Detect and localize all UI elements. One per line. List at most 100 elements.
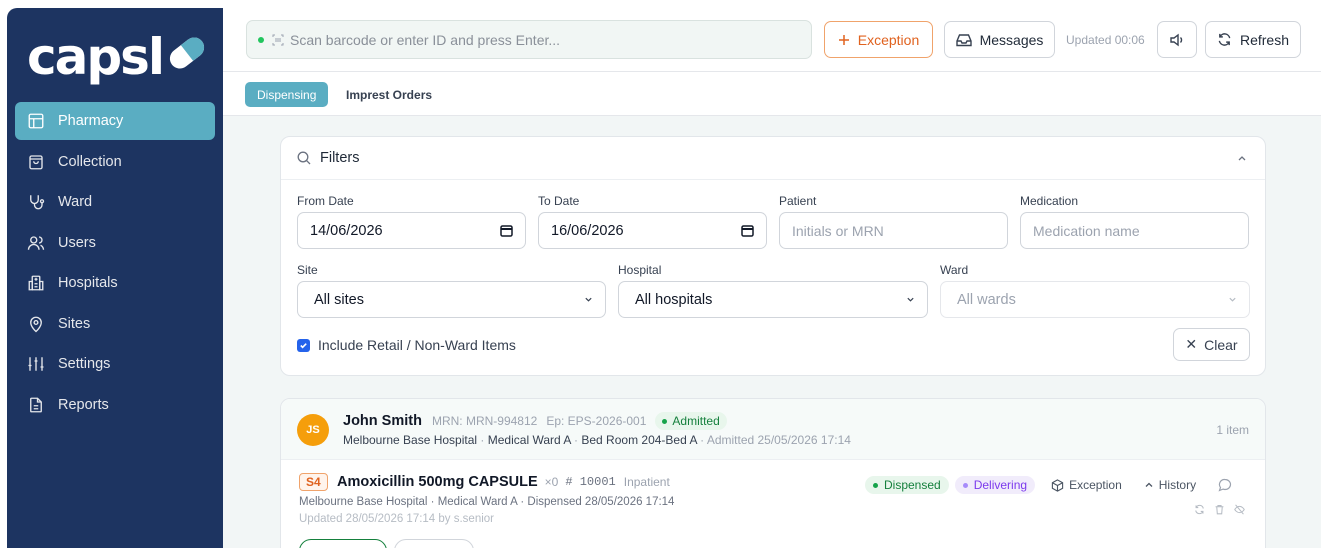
tab-dispensing[interactable]: Dispensing [245, 82, 329, 107]
patient-header[interactable]: JS John Smith MRN: MRN-994812 Ep: EPS-20… [281, 399, 1265, 460]
top-bar: Exception Messages Updated 00:06 Refresh [223, 8, 1321, 72]
include-retail-checkbox[interactable]: Include Retail / Non-Ward Items [297, 337, 516, 353]
sidebar-item-label: Settings [58, 356, 111, 372]
medication-updated: Updated 28/05/2026 17:14 by s.senior [299, 513, 495, 525]
filters-header[interactable]: Filters [281, 137, 1265, 180]
site-label: Site [297, 263, 318, 277]
patient-ward: Medical Ward A [487, 433, 571, 447]
scan-input[interactable] [290, 31, 790, 48]
search-icon [297, 151, 311, 165]
history-toggle[interactable]: History [1144, 478, 1196, 492]
patient-hospital: Melbourne Base Hospital [343, 433, 478, 447]
sidebar-item-hospitals[interactable]: Hospitals [15, 264, 215, 302]
calendar-icon [741, 225, 754, 237]
medication-input[interactable]: Medication name [1020, 212, 1249, 249]
messages-button-label: Messages [979, 31, 1044, 48]
ward-label: Ward [940, 263, 969, 277]
secondary-pill[interactable] [394, 539, 474, 548]
list-item[interactable]: S4 Amoxicillin 500mg CAPSULE ×0 # 10001 … [281, 460, 1265, 548]
status-badge-delivering: Delivering [954, 476, 1036, 494]
patient-name: John Smith [343, 413, 422, 429]
sidebar-item-users[interactable]: Users [15, 224, 215, 262]
sidebar-item-ward[interactable]: Ward [15, 183, 215, 221]
plus-icon [838, 34, 849, 45]
clear-filters-button[interactable]: ✕ Clear [1173, 328, 1250, 361]
medication-name: Amoxicillin 500mg CAPSULE [337, 474, 538, 490]
scan-bar[interactable] [246, 20, 812, 59]
patient-name-row: John Smith MRN: MRN-994812 Ep: EPS-2026-… [343, 412, 727, 430]
main-content: Exception Messages Updated 00:06 Refresh… [223, 8, 1321, 548]
eye-off-icon[interactable] [1234, 504, 1245, 515]
hospital-select-value: All hospitals [635, 291, 713, 308]
close-icon: ✕ [1185, 336, 1198, 352]
row-action-icons [1185, 504, 1245, 515]
chevron-up-icon [1145, 482, 1153, 487]
clear-button-label: Clear [1204, 336, 1238, 353]
sidebar-item-label: Reports [58, 396, 109, 413]
item-count: 1 item [1216, 423, 1249, 437]
medication-qty: ×0 [544, 475, 559, 489]
hospital-select[interactable]: All hospitals [618, 281, 928, 318]
stethoscope-icon [30, 195, 45, 210]
chevron-down-icon [907, 297, 914, 302]
patient-admitted: Admitted 25/05/2026 17:14 [706, 433, 851, 447]
schedule-badge: S4 [299, 473, 328, 491]
medication-type: Inpatient [623, 475, 670, 489]
shopping-bag-icon [29, 154, 43, 169]
from-date-value: 14/06/2026 [310, 222, 383, 239]
patient-mrn: MRN: MRN-994812 [431, 414, 538, 428]
refresh-button[interactable]: Refresh [1205, 21, 1301, 58]
collected-pill[interactable] [299, 539, 387, 548]
from-date-input[interactable]: 14/06/2026 [297, 212, 526, 249]
item-exception-label: Exception [1069, 478, 1122, 492]
hospital-label: Hospital [618, 263, 662, 277]
comment-icon[interactable] [1218, 478, 1232, 492]
to-date-label: To Date [538, 194, 580, 208]
last-updated-text: Updated 00:06 [1066, 33, 1145, 47]
sidebar-item-reports[interactable]: Reports [15, 386, 215, 424]
patient-input[interactable]: Initials or MRN [779, 212, 1008, 249]
site-select-value: All sites [314, 291, 364, 308]
calendar-icon [500, 225, 513, 237]
checkbox-checked-icon[interactable] [297, 338, 310, 352]
item-exception-button[interactable]: Exception [1051, 478, 1122, 492]
status-badge: Admitted [655, 412, 727, 430]
chevron-up-icon[interactable] [1237, 153, 1247, 163]
chevron-down-icon [585, 297, 592, 302]
users-icon [27, 235, 45, 250]
sound-toggle-button[interactable] [1157, 21, 1197, 58]
capsl-logo[interactable]: capsl [27, 32, 209, 82]
patient-bed: Bed Room 204-Bed A [581, 433, 697, 447]
capsule-logo-icon [169, 37, 205, 69]
sidebar-item-sites[interactable]: Sites [15, 305, 215, 343]
chevron-down-icon [1229, 297, 1236, 302]
refresh-icon[interactable] [1194, 504, 1205, 515]
site-select[interactable]: All sites [297, 281, 606, 318]
patient-label: Patient [779, 194, 817, 208]
tab-imprest-orders[interactable]: Imprest Orders [334, 82, 444, 107]
ward-select[interactable]: All wards [940, 281, 1250, 318]
logo-text: capsl [27, 28, 165, 86]
sidebar-item-label: Ward [58, 194, 93, 210]
messages-button[interactable]: Messages [944, 21, 1055, 58]
map-pin-icon [30, 316, 42, 332]
filters-title: Filters [320, 150, 360, 166]
exception-button[interactable]: Exception [824, 21, 933, 58]
patient-episode: Ep: EPS-2026-001 [546, 414, 647, 428]
inbox-icon [955, 33, 972, 46]
to-date-input[interactable]: 16/06/2026 [538, 212, 767, 249]
hospital-icon [28, 275, 44, 291]
trash-icon[interactable] [1214, 504, 1225, 515]
from-date-label: From Date [297, 194, 354, 208]
package-icon [1051, 478, 1064, 492]
sidebar-item-collection[interactable]: Collection [15, 143, 215, 181]
sidebar-item-label: Sites [58, 315, 91, 332]
medication-label: Medication [1020, 194, 1079, 208]
sidebar-item-label: Hospitals [58, 275, 118, 291]
history-label: History [1158, 478, 1197, 492]
refresh-button-label: Refresh [1239, 31, 1290, 48]
sidebar-item-pharmacy[interactable]: Pharmacy [15, 102, 215, 140]
sidebar-item-label: Collection [58, 153, 122, 170]
sidebar-item-settings[interactable]: Settings [15, 345, 215, 383]
patient-location: Melbourne Base Hospital · Medical Ward A… [343, 433, 851, 447]
